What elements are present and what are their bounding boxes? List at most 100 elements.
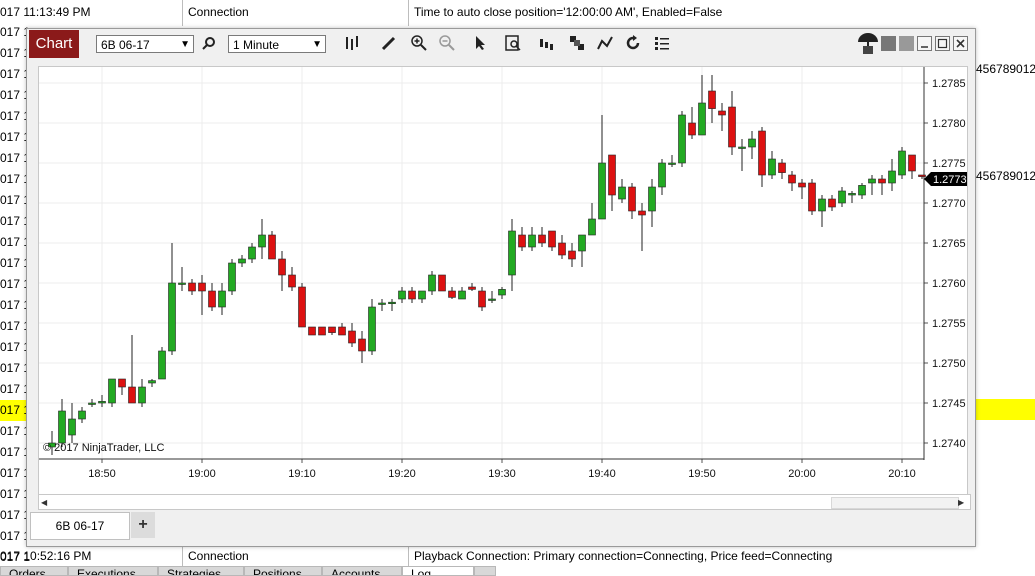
candle-down xyxy=(188,282,196,292)
candle-down xyxy=(628,186,636,212)
umbrella-icon[interactable] xyxy=(857,32,879,56)
data-box-icon[interactable] xyxy=(503,35,523,55)
tab-executions[interactable]: Executions xyxy=(68,566,158,576)
candle-up xyxy=(228,262,236,292)
candle-up xyxy=(458,290,466,300)
candle-up xyxy=(388,301,396,304)
chart-tab-strip: 6B 06-17 + xyxy=(27,512,975,540)
x-tick-label: 20:00 xyxy=(788,468,816,480)
candle-down xyxy=(408,290,416,300)
candle-up xyxy=(368,306,376,352)
chart-panel[interactable]: 1.2785 1.2780 1.2775 1.2770 1.2765 1.2760 1.27… xyxy=(38,66,968,504)
tab-log[interactable]: Log xyxy=(402,566,474,576)
candle-up xyxy=(748,138,756,148)
drawing-tools-icon[interactable] xyxy=(595,35,615,55)
candle-up xyxy=(668,162,676,165)
candle-down xyxy=(728,106,736,148)
candle-down xyxy=(688,122,696,136)
candle-up xyxy=(618,186,626,200)
candle-up xyxy=(148,380,156,384)
log-category-cell: Connection xyxy=(188,5,249,19)
candle-up xyxy=(768,158,776,176)
chevron-down-icon: ▼ xyxy=(312,39,322,50)
candle-up xyxy=(88,402,96,405)
interval-selector[interactable]: 1 Minute ▼ xyxy=(228,35,326,53)
candle-down xyxy=(828,198,836,208)
maximize-icon[interactable] xyxy=(935,36,950,51)
scrollbar-thumb[interactable] xyxy=(831,497,959,509)
pencil-icon[interactable] xyxy=(379,35,399,55)
candle-down xyxy=(318,326,326,336)
candle-up xyxy=(78,410,86,420)
tab-accounts[interactable]: Accounts xyxy=(322,566,402,576)
add-tab-button[interactable]: + xyxy=(131,512,155,538)
candle-up xyxy=(648,186,656,212)
reload-icon[interactable] xyxy=(623,35,643,55)
candle-down xyxy=(918,174,926,177)
candle-down xyxy=(118,378,126,388)
candle-down xyxy=(718,110,726,116)
scroll-left-icon[interactable]: ◀ xyxy=(41,498,47,507)
candle-down xyxy=(268,234,276,260)
log-right-value: 456789012 xyxy=(976,169,1035,183)
candle-up xyxy=(238,258,246,264)
indicators-icon[interactable] xyxy=(537,35,557,55)
search-icon[interactable] xyxy=(199,35,219,55)
y-tick-label: 1.2785 xyxy=(932,78,966,90)
strategies-icon[interactable] xyxy=(567,35,587,55)
x-tick-label: 19:20 xyxy=(388,468,416,480)
candle-down xyxy=(548,230,556,248)
chart-toolbar: Chart 6B 06-17 ▼ 1 Minute ▼ xyxy=(27,29,975,59)
candle-down xyxy=(568,250,576,260)
candle-down xyxy=(468,286,476,290)
candle-up xyxy=(258,234,266,248)
tab-strategies[interactable]: Strategies xyxy=(158,566,244,576)
candle-up xyxy=(578,234,586,252)
candle-up xyxy=(68,418,76,436)
candle-down xyxy=(288,274,296,288)
zoom-out-icon[interactable] xyxy=(437,35,457,55)
candle-down xyxy=(278,258,286,276)
properties-list-icon[interactable] xyxy=(652,35,672,55)
column-divider xyxy=(408,0,409,26)
candle-up xyxy=(858,185,866,196)
x-tick-label: 19:30 xyxy=(488,468,516,480)
y-tick-label: 1.2765 xyxy=(932,238,966,250)
candle-down xyxy=(358,338,366,352)
price-chart[interactable]: 1.2785 1.2780 1.2775 1.2770 1.2765 1.2760 1.27… xyxy=(39,67,967,503)
tab-positions[interactable]: Positions xyxy=(244,566,322,576)
candle-up xyxy=(98,401,106,404)
window-color-icon[interactable] xyxy=(899,36,914,51)
scroll-right-icon[interactable]: ▶ xyxy=(958,498,964,507)
candle-down xyxy=(308,326,316,336)
x-tick-label: 19:40 xyxy=(588,468,616,480)
log-right-value: 456789012 xyxy=(976,62,1035,76)
x-tick-label: 18:50 xyxy=(88,468,116,480)
window-link-icon[interactable] xyxy=(881,36,896,51)
chart-scrollbar[interactable]: ◀ ▶ xyxy=(38,494,971,510)
pointer-icon[interactable] xyxy=(471,35,491,55)
candle-up xyxy=(218,290,226,308)
instrument-selector[interactable]: 6B 06-17 ▼ xyxy=(96,35,194,53)
x-tick-label: 19:10 xyxy=(288,468,316,480)
tab-orders[interactable]: Orders xyxy=(0,566,68,576)
chart-menu-button[interactable]: Chart xyxy=(29,30,79,58)
tab-instrument[interactable]: 6B 06-17 xyxy=(30,512,130,540)
log-category-cell: Connection xyxy=(188,549,249,563)
y-tick-label: 1.2770 xyxy=(932,198,966,210)
candle-up xyxy=(138,386,146,404)
candle-down xyxy=(758,130,766,176)
candle-up xyxy=(378,302,386,305)
log-time-cell: 017 10:52:16 PM xyxy=(0,549,92,563)
bar-type-icon[interactable] xyxy=(342,35,362,55)
tab-add[interactable] xyxy=(474,566,496,576)
minimize-icon[interactable] xyxy=(917,36,932,51)
candle-up xyxy=(108,378,116,404)
y-tick-label: 1.2780 xyxy=(932,118,966,130)
x-tick-label: 19:50 xyxy=(688,468,716,480)
zoom-in-icon[interactable] xyxy=(409,35,429,55)
candle-up xyxy=(588,218,596,236)
candle-down xyxy=(208,290,216,308)
candle-down xyxy=(808,182,816,212)
close-icon[interactable] xyxy=(953,36,968,51)
